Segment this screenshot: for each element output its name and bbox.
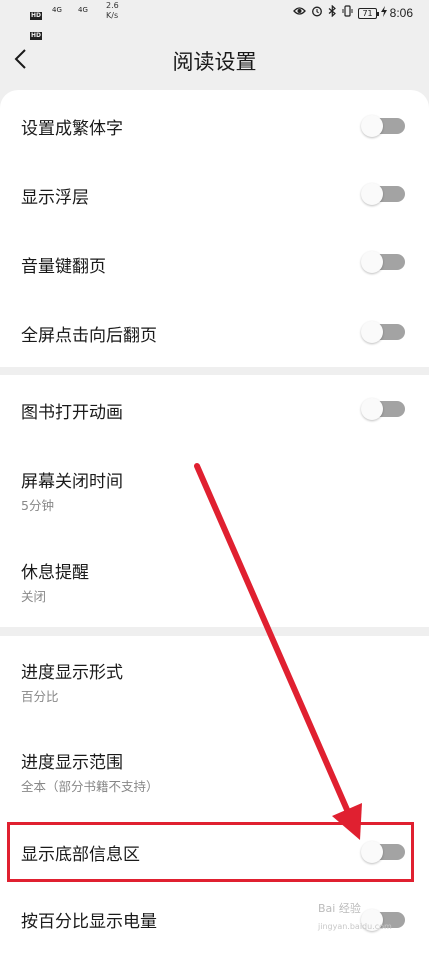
settings-group-2: 图书打开动画 屏幕关闭时间 5分钟 休息提醒 关闭 <box>0 375 429 627</box>
setting-row-rest-reminder[interactable]: 休息提醒 关闭 <box>0 536 429 627</box>
setting-label: 音量键翻页 <box>21 257 106 277</box>
setting-row-traditional-chinese[interactable]: 设置成繁体字 <box>0 90 429 159</box>
toggle-knob <box>361 115 383 137</box>
setting-label: 进度显示范围 <box>21 753 123 773</box>
network-speed-unit: K/s <box>106 11 119 20</box>
watermark: Bai 经验 jingyan.baidu.com <box>318 900 392 931</box>
toggle-knob <box>361 398 383 420</box>
setting-label: 图书打开动画 <box>21 403 123 423</box>
setting-row-screen-off-time[interactable]: 屏幕关闭时间 5分钟 <box>0 445 429 536</box>
alarm-icon <box>311 5 323 21</box>
page-title: 阅读设置 <box>172 50 257 74</box>
status-bar: HD HD 4G 4G 2.6 K/s 71 8:06 <box>0 0 429 40</box>
setting-row-book-open-animation[interactable]: 图书打开动画 <box>0 375 429 445</box>
setting-label: 显示底部信息区 <box>21 845 140 865</box>
signal-1-label: 4G <box>52 6 62 14</box>
watermark-url: jingyan.baidu.com <box>318 922 392 931</box>
network-speed-value: 2.6 <box>106 1 119 10</box>
settings-group-3: 进度显示形式 百分比 进度显示范围 全本（部分书籍不支持） 显示底部信息区 按百… <box>0 636 429 956</box>
watermark-brand: Bai 经验 <box>318 902 361 915</box>
eye-icon <box>293 6 307 20</box>
setting-value: 关闭 <box>21 589 47 604</box>
show-bottom-info-toggle[interactable] <box>361 841 405 863</box>
setting-value: 全本（部分书籍不支持） <box>21 779 159 794</box>
setting-label: 屏幕关闭时间 <box>21 472 123 492</box>
setting-label: 休息提醒 <box>21 563 89 583</box>
hd-badge-1: HD <box>30 12 43 20</box>
setting-label: 按百分比显示电量 <box>21 912 157 932</box>
volume-key-toggle[interactable] <box>361 251 405 273</box>
setting-value: 5分钟 <box>21 498 54 513</box>
toggle-knob <box>361 841 383 863</box>
charging-icon <box>380 5 387 21</box>
toggle-knob <box>361 183 383 205</box>
signal-2-label: 4G <box>78 6 88 14</box>
setting-row-show-bottom-info[interactable]: 显示底部信息区 <box>0 822 429 882</box>
bluetooth-icon <box>328 4 337 21</box>
traditional-chinese-toggle[interactable] <box>361 115 405 137</box>
setting-row-fullscreen-tap-page-turn[interactable]: 全屏点击向后翻页 <box>0 297 429 367</box>
clock-time: 8:06 <box>389 6 413 20</box>
setting-row-progress-range[interactable]: 进度显示范围 全本（部分书籍不支持） <box>0 726 429 819</box>
setting-label: 进度显示形式 <box>21 663 123 683</box>
book-open-animation-toggle[interactable] <box>361 398 405 420</box>
setting-value: 百分比 <box>21 689 59 704</box>
setting-row-progress-format[interactable]: 进度显示形式 百分比 <box>0 636 429 726</box>
setting-label: 全屏点击向后翻页 <box>21 326 157 346</box>
show-overlay-toggle[interactable] <box>361 183 405 205</box>
network-speed: 2.6 K/s <box>106 1 119 21</box>
setting-row-show-overlay[interactable]: 显示浮层 <box>0 159 429 228</box>
status-right: 71 8:06 <box>293 4 413 21</box>
vibrate-icon <box>342 5 353 21</box>
fullscreen-tap-toggle[interactable] <box>361 321 405 343</box>
setting-label: 设置成繁体字 <box>21 119 123 139</box>
toggle-knob <box>361 321 383 343</box>
settings-group-1: 设置成繁体字 显示浮层 音量键翻页 全屏点击向后翻页 <box>0 90 429 367</box>
setting-row-volume-key-page-turn[interactable]: 音量键翻页 <box>0 228 429 297</box>
toggle-knob <box>361 251 383 273</box>
header: 阅读设置 <box>0 30 429 90</box>
battery-indicator: 71 <box>358 7 379 19</box>
setting-label: 显示浮层 <box>21 188 89 208</box>
